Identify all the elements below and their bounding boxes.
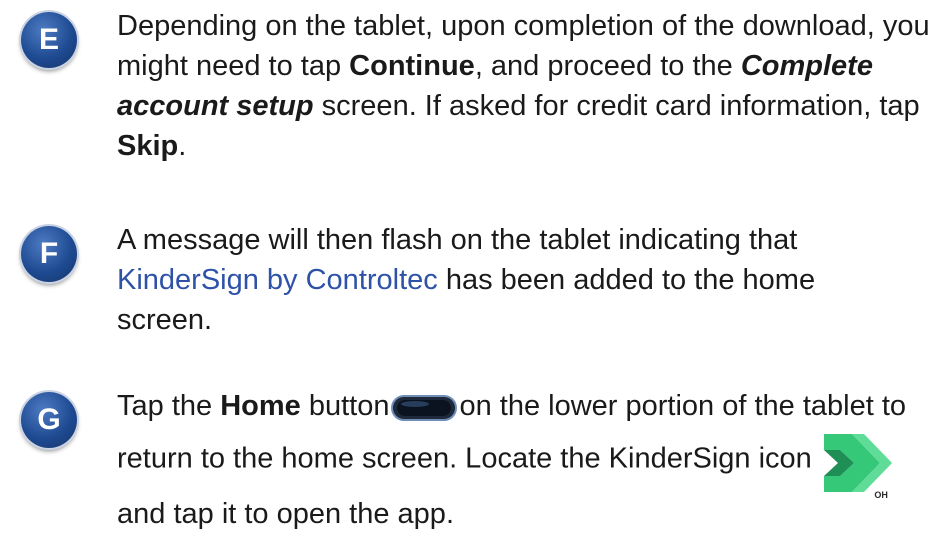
step-e-text-3: screen. If asked for credit card informa… <box>313 90 920 122</box>
step-f-text-1: A message will then flash on the tablet … <box>117 224 798 256</box>
kindersign-link-text: KinderSign by Controltec <box>117 264 438 296</box>
step-badge-f: F <box>21 226 77 282</box>
step-f-text: A message will then flash on the tablet … <box>117 220 837 340</box>
step-g-text-2: button <box>300 390 390 422</box>
kindersign-app-icon: OH <box>818 432 894 500</box>
step-g-text: Tap the Home button on the lower portion … <box>117 386 937 534</box>
step-g-text-4: and tap it to open the app. <box>117 498 454 530</box>
home-button-icon <box>391 392 458 422</box>
step-badge-g: G <box>21 392 77 448</box>
home-label: Home <box>220 390 301 422</box>
skip-label: Skip <box>117 130 179 162</box>
app-icon-caption: OH <box>874 490 888 500</box>
continue-label: Continue <box>349 50 475 82</box>
step-e-text: Depending on the tablet, upon completion… <box>117 6 937 166</box>
step-e-text-4: . <box>178 130 187 162</box>
step-e-text-2: , and proceed to the <box>474 50 741 82</box>
step-g-text-1: Tap the <box>117 390 221 422</box>
step-badge-e: E <box>21 12 77 68</box>
